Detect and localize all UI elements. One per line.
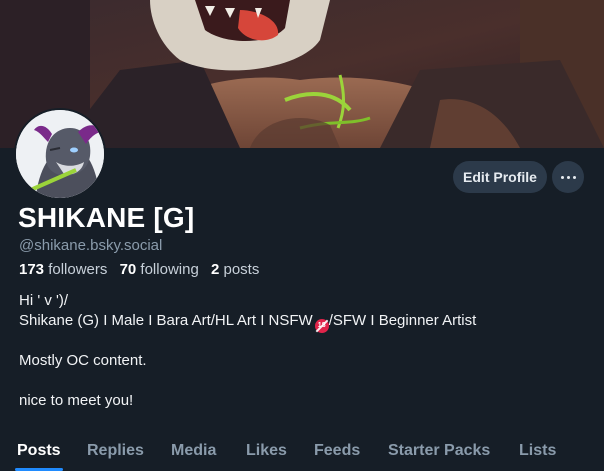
posts-count: 2 xyxy=(210,261,220,278)
posts-label: posts xyxy=(223,261,260,278)
tab-starter-packs[interactable]: Starter Packs xyxy=(388,430,490,471)
nsfw-18-icon: 18 xyxy=(314,319,329,333)
following-link[interactable]: 70 following xyxy=(120,261,199,278)
tab-replies[interactable]: Replies xyxy=(87,430,144,471)
profile-handle: @shikane.bsky.social xyxy=(19,237,163,254)
tab-feeds[interactable]: Feeds xyxy=(314,430,360,471)
followers-link[interactable]: 173 followers xyxy=(19,261,107,278)
bio-line: Hi ' v ')/ xyxy=(19,292,69,309)
bio-line: Mostly OC content. xyxy=(19,352,147,369)
bio-text: Shikane (G) I Male I Bara Art/HL Art I N… xyxy=(19,312,313,329)
display-name: SHIKANE [G] xyxy=(18,202,195,233)
bio-line: nice to meet you! xyxy=(19,392,134,409)
following-count: 70 xyxy=(119,261,137,278)
followers-label: followers xyxy=(48,261,108,278)
edit-profile-button[interactable]: Edit Profile xyxy=(453,161,547,193)
bio-text: /SFW I Beginner Artist xyxy=(328,312,477,329)
avatar[interactable] xyxy=(16,110,104,198)
profile-tabs: Posts Replies Media Likes Feeds Starter … xyxy=(0,430,604,471)
tab-lists[interactable]: Lists xyxy=(519,430,556,471)
tab-media[interactable]: Media xyxy=(171,430,216,471)
avatar-illustration xyxy=(16,110,104,198)
bio-line: Shikane (G) I Male I Bara Art/HL Art I N… xyxy=(19,311,477,333)
tab-posts[interactable]: Posts xyxy=(15,430,63,471)
more-options-button[interactable] xyxy=(552,161,584,193)
ellipsis-icon xyxy=(559,175,577,179)
profile-stats: 173 followers 70 following 2 posts xyxy=(19,261,259,278)
posts-stat: 2 posts xyxy=(211,261,259,278)
following-label: following xyxy=(140,261,199,278)
profile-bio: Hi ' v ')/ Shikane (G) I Male I Bara Art… xyxy=(19,291,476,411)
followers-count: 173 xyxy=(19,261,45,278)
avatar-frame xyxy=(14,108,106,200)
tab-likes[interactable]: Likes xyxy=(246,430,287,471)
